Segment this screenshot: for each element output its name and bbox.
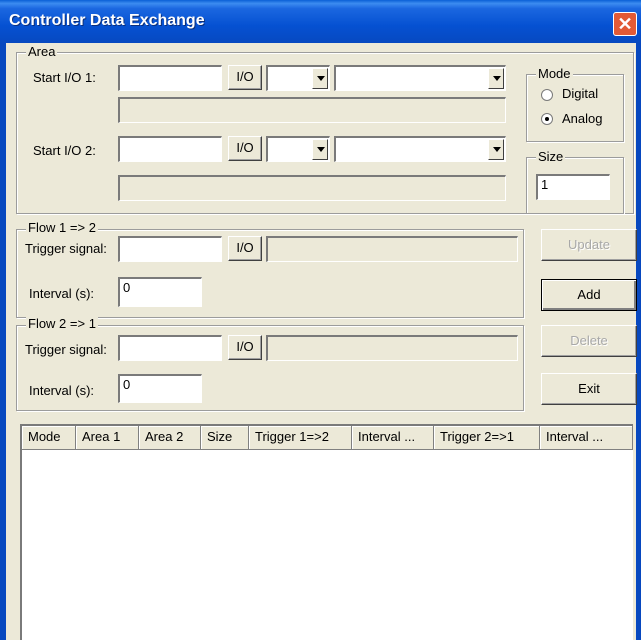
start-io-1-dropdown-a[interactable] xyxy=(266,65,330,91)
start-io-2-dropdown-b[interactable] xyxy=(334,136,506,162)
size-input[interactable]: 1 xyxy=(536,174,610,200)
column-header-trigger12[interactable]: Trigger 1=>2 xyxy=(249,426,352,450)
update-button[interactable]: Update xyxy=(541,229,637,261)
column-header-mode[interactable]: Mode xyxy=(22,426,76,450)
column-header-area1[interactable]: Area 1 xyxy=(76,426,139,450)
start-io-1-info-field xyxy=(118,97,506,123)
column-header-area2[interactable]: Area 2 xyxy=(139,426,201,450)
column-header-interval21[interactable]: Interval ... xyxy=(540,426,633,450)
window-title: Controller Data Exchange xyxy=(9,12,205,29)
chevron-down-icon[interactable] xyxy=(488,68,504,89)
flow-1-2-trigger-input[interactable] xyxy=(118,236,222,262)
exit-button[interactable]: Exit xyxy=(541,373,637,405)
start-io-2-label: Start I/O 2: xyxy=(33,143,96,158)
flow-1-2-trigger-label: Trigger signal: xyxy=(25,241,107,256)
flow-1-2-interval-label: Interval (s): xyxy=(29,286,95,301)
start-io-1-dropdown-b[interactable] xyxy=(334,65,506,91)
start-io-2-io-button[interactable]: I/O xyxy=(228,136,262,161)
start-io-2-input[interactable] xyxy=(118,136,222,162)
flow-2-1-trigger-label: Trigger signal: xyxy=(25,342,107,357)
chevron-down-icon[interactable] xyxy=(312,68,328,89)
window-frame-left xyxy=(0,43,6,640)
mode-analog-radio[interactable] xyxy=(541,113,553,125)
column-header-trigger21[interactable]: Trigger 2=>1 xyxy=(434,426,540,450)
column-header-interval12[interactable]: Interval ... xyxy=(352,426,434,450)
start-io-2-dropdown-a[interactable] xyxy=(266,136,330,162)
flow-2-1-interval-label: Interval (s): xyxy=(29,383,95,398)
exchange-list-view[interactable]: Mode Area 1 Area 2 Size Trigger 1=>2 Int… xyxy=(20,424,633,640)
close-button[interactable]: ✕ xyxy=(613,12,637,36)
flow-2-1-io-button[interactable]: I/O xyxy=(228,335,262,360)
start-io-1-io-button[interactable]: I/O xyxy=(228,65,262,90)
add-button[interactable]: Add xyxy=(541,279,637,311)
mode-digital-label[interactable]: Digital xyxy=(562,86,598,101)
delete-button[interactable]: Delete xyxy=(541,325,637,357)
flow-2-1-trigger-input[interactable] xyxy=(118,335,222,361)
flow-1-2-legend: Flow 1 => 2 xyxy=(26,220,98,235)
size-legend: Size xyxy=(536,149,566,164)
chevron-down-icon[interactable] xyxy=(488,139,504,160)
flow-1-2-interval-input[interactable]: 0 xyxy=(118,277,202,307)
chevron-down-icon[interactable] xyxy=(312,139,328,160)
flow-2-1-legend: Flow 2 => 1 xyxy=(26,316,98,331)
flow-2-1-trigger-info xyxy=(266,335,518,361)
flow-1-2-io-button[interactable]: I/O xyxy=(228,236,262,261)
column-header-size[interactable]: Size xyxy=(201,426,249,450)
mode-digital-radio[interactable] xyxy=(541,89,553,101)
start-io-1-label: Start I/O 1: xyxy=(33,70,96,85)
mode-legend: Mode xyxy=(536,66,573,81)
mode-analog-label[interactable]: Analog xyxy=(562,111,602,126)
area-legend: Area xyxy=(26,44,58,59)
flow-1-2-trigger-info xyxy=(266,236,518,262)
start-io-1-input[interactable] xyxy=(118,65,222,91)
flow-2-1-interval-input[interactable]: 0 xyxy=(118,374,202,403)
close-icon: ✕ xyxy=(617,14,633,34)
mode-group xyxy=(526,74,624,142)
start-io-2-info-field xyxy=(118,175,506,201)
